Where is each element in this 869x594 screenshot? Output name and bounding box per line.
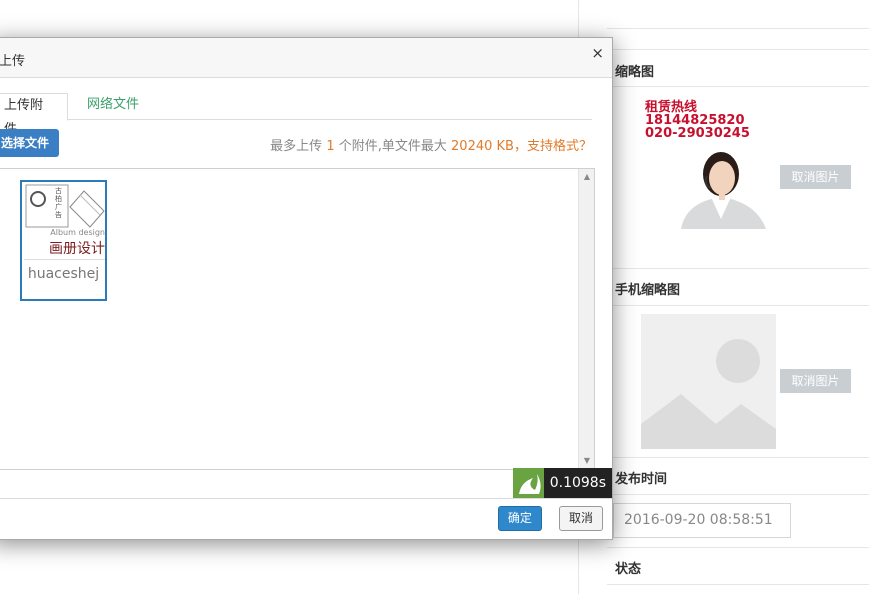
article-sidebar-panel: 缩略图 租赁热线 18144825820 020-29030245 取消图片 手… (578, 0, 869, 594)
info-middle: 个附件,单文件最大 (338, 139, 447, 154)
supported-formats-link[interactable]: 支持格式？ (527, 139, 592, 154)
divider (607, 457, 869, 458)
divider (607, 86, 869, 87)
flame-logo-icon (512, 468, 544, 498)
close-icon[interactable]: × (591, 44, 604, 62)
mobile-thumbnail-section-title: 手机缩略图 (615, 283, 681, 298)
file-thumbnail: 古柏广告 Album design 画册设计 (24, 183, 105, 260)
preview-caption: Album design (50, 228, 105, 237)
execution-time: 0.1098s (543, 468, 612, 498)
choose-file-button[interactable]: 选择文件 (0, 129, 59, 157)
max-file-count: 1 (326, 139, 335, 154)
divider (607, 305, 869, 306)
preview-brand-text: 古柏广告 (55, 187, 62, 219)
mobile-thumbnail-placeholder[interactable] (641, 314, 776, 449)
status-section-title: 状态 (615, 562, 642, 577)
upload-dialog: 上传 × 上传附件 网络文件 选择文件 最多上传 1 个附件,单文件最大 202… (0, 37, 613, 540)
max-file-size: 20240 KB (451, 139, 514, 154)
tab-upload-attachment[interactable]: 上传附件 (0, 93, 68, 137)
cancel-button[interactable]: 取消 (558, 506, 603, 531)
divider (607, 584, 869, 585)
divider (607, 547, 869, 548)
confirm-button[interactable]: 确定 (497, 506, 542, 531)
file-list-area: 古柏广告 Album design 画册设计 huaceshej ▲ ▼ (0, 168, 595, 470)
vertical-scrollbar[interactable]: ▲ ▼ (578, 169, 594, 469)
divider (607, 494, 869, 495)
dialog-actions: 确定 取消 (486, 506, 603, 531)
scroll-up-arrow-icon[interactable]: ▲ (579, 169, 595, 185)
thumbnail-preview[interactable]: 租赁热线 18144825820 020-29030245 (641, 94, 776, 229)
file-name: huaceshej (27, 266, 100, 282)
customer-service-woman-image (681, 152, 766, 229)
divider (607, 49, 869, 50)
tab-network-file[interactable]: 网络文件 (75, 93, 151, 121)
cancel-mobile-thumbnail-button[interactable]: 取消图片 (780, 369, 851, 393)
image-placeholder-icon (641, 314, 776, 449)
cancel-thumbnail-button[interactable]: 取消图片 (780, 165, 851, 189)
upload-limit-info: 最多上传 1 个附件,单文件最大 20240 KB，支持格式？ (270, 135, 592, 154)
publish-time-section-title: 发布时间 (615, 472, 668, 487)
debug-timing-badge: 0.1098s (512, 468, 612, 498)
scroll-down-arrow-icon[interactable]: ▼ (579, 453, 595, 469)
divider (607, 28, 869, 29)
upload-tabs: 上传附件 网络文件 (0, 93, 592, 137)
publish-time-input[interactable]: 2016-09-20 08:58:51 (613, 503, 791, 538)
dialog-header[interactable]: 上传 × (0, 38, 612, 78)
info-separator: ， (513, 139, 527, 154)
dialog-title: 上传 (0, 54, 26, 69)
thumbnail-section-title: 缩略图 (615, 65, 655, 80)
file-item[interactable]: 古柏广告 Album design 画册设计 huaceshej (20, 180, 107, 301)
divider (607, 268, 869, 269)
info-prefix: 最多上传 (270, 139, 323, 154)
preview-title: 画册设计 (49, 241, 105, 257)
